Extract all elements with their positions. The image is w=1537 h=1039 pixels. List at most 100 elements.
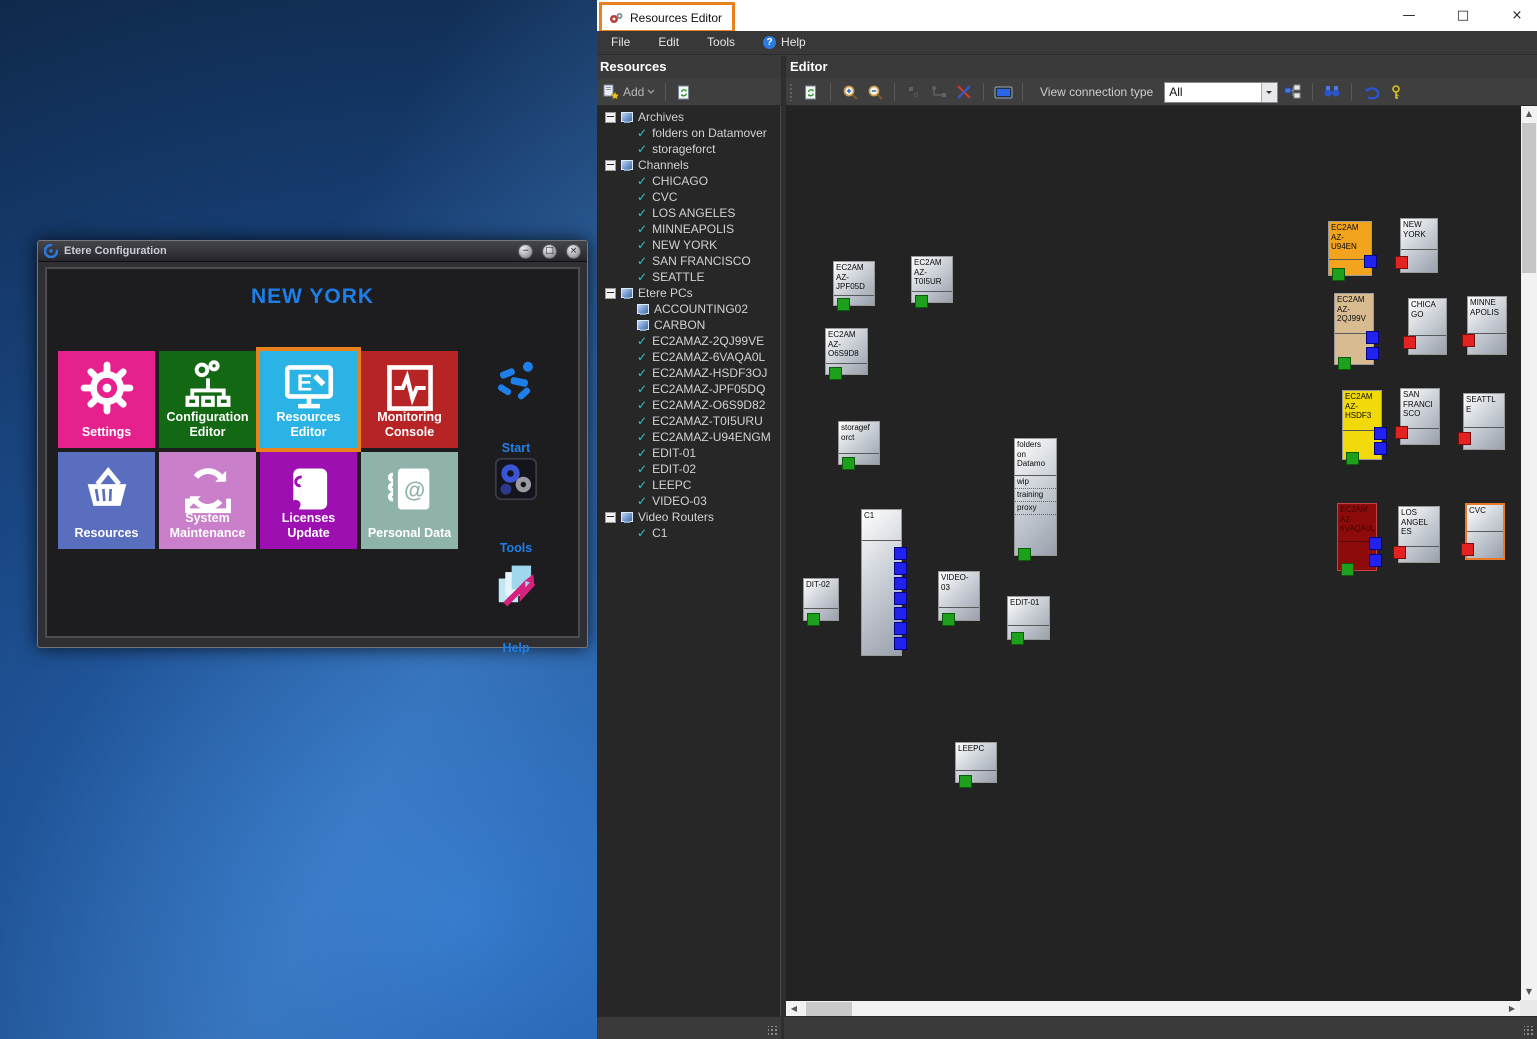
tree-item-san-francisco[interactable]: ✓SAN FRANCISCO xyxy=(597,253,780,269)
tile-system-maintenance[interactable]: System Maintenance xyxy=(159,452,256,549)
resize-grip[interactable] xyxy=(768,1026,778,1036)
horizontal-scroll-thumb[interactable] xyxy=(806,1002,852,1016)
canvas-node-leepc[interactable]: LEEPC xyxy=(955,742,997,783)
red-connector-square[interactable] xyxy=(1395,256,1408,269)
refresh-diagram-icon[interactable] xyxy=(801,82,821,102)
zoom-in-icon[interactable] xyxy=(840,82,860,102)
scroll-left-arrow[interactable]: ◀ xyxy=(786,1001,802,1017)
menu-item-tools[interactable]: Tools xyxy=(693,31,749,54)
tree-item-ec2amaz-2qj99ve[interactable]: ✓EC2AMAZ-2QJ99VE xyxy=(597,333,780,349)
blue-connector-square[interactable] xyxy=(1366,331,1379,344)
blue-connector-square[interactable] xyxy=(894,562,907,575)
vertical-scrollbar[interactable]: ▲ ▼ xyxy=(1521,106,1537,1000)
green-connector-square[interactable] xyxy=(1338,357,1351,370)
side-button-start[interactable]: Start xyxy=(476,357,556,457)
collapse-toggle-icon[interactable] xyxy=(605,512,616,523)
canvas-node-ec2amaz-jpf05d[interactable]: EC2AM AZ- JPF05D xyxy=(833,261,875,306)
undo-icon[interactable] xyxy=(1361,82,1381,102)
blue-connector-square[interactable] xyxy=(894,592,907,605)
pointer-tool-icon[interactable]: d xyxy=(904,82,924,102)
blue-connector-square[interactable] xyxy=(894,577,907,590)
blue-connector-square[interactable] xyxy=(894,637,907,650)
blue-connector-square[interactable] xyxy=(894,622,907,635)
delete-connection-icon[interactable] xyxy=(954,82,974,102)
tile-resources[interactable]: Resources xyxy=(58,452,155,549)
resources-editor-tab[interactable]: Resources Editor xyxy=(599,2,735,33)
canvas-node-storageforct[interactable]: storagef orct xyxy=(838,421,880,465)
diagram-canvas[interactable]: EC2AM AZ- JPF05D EC2AM AZ- T0I5UR EC2AM AZ… xyxy=(786,106,1520,1000)
red-connector-square[interactable] xyxy=(1395,426,1408,439)
canvas-node-folders-on-datamover[interactable]: folders on Datamowiptrainingproxy xyxy=(1014,438,1057,556)
red-connector-square[interactable] xyxy=(1403,336,1416,349)
canvas-node-c1[interactable]: C1 xyxy=(861,509,902,656)
tree-group-archives[interactable]: Archives xyxy=(597,109,780,125)
tree-group-video-routers[interactable]: Video Routers xyxy=(597,509,780,525)
canvas-node-ec2amaz-6vaqa0l[interactable]: EC2AM AZ- 6VAQA0L xyxy=(1337,503,1377,571)
app-titlebar[interactable]: Resources Editor — □ × xyxy=(597,0,1537,31)
side-button-tools[interactable]: Tools xyxy=(476,457,556,557)
tree-item-ec2amaz-t0i5uru[interactable]: ✓EC2AMAZ-T0I5URU xyxy=(597,413,780,429)
blue-connector-square[interactable] xyxy=(894,607,907,620)
canvas-node-video-03[interactable]: VIDEO- 03 xyxy=(938,571,980,621)
red-connector-square[interactable] xyxy=(1461,543,1474,556)
canvas-node-ec2amaz-u94en[interactable]: EC2AM AZ- U94EN xyxy=(1328,221,1372,276)
green-connector-square[interactable] xyxy=(959,775,972,788)
tree-item-c1[interactable]: ✓C1 xyxy=(597,525,780,541)
tile-licenses-update[interactable]: Licenses Update xyxy=(260,452,357,549)
green-connector-square[interactable] xyxy=(1011,632,1024,645)
canvas-node-ec2amaz-o6s9d8[interactable]: EC2AM AZ- O6S9D8 xyxy=(825,328,868,375)
green-connector-square[interactable] xyxy=(915,295,928,308)
green-connector-square[interactable] xyxy=(1341,563,1354,576)
etere-minimize-button[interactable]: − xyxy=(518,244,533,259)
tree-item-ec2amaz-o6s9d82[interactable]: ✓EC2AMAZ-O6S9D82 xyxy=(597,397,780,413)
tree-item-folders-on-datamover[interactable]: ✓folders on Datamover xyxy=(597,125,780,141)
dropdown-caret[interactable] xyxy=(1261,83,1277,102)
key-icon[interactable] xyxy=(1386,82,1406,102)
collapse-toggle-icon[interactable] xyxy=(605,288,616,299)
scroll-down-arrow[interactable]: ▼ xyxy=(1521,984,1537,1000)
toolbar-grip[interactable] xyxy=(789,83,794,101)
tree-item-seattle[interactable]: ✓SEATTLE xyxy=(597,269,780,285)
connector-tool-icon[interactable] xyxy=(929,82,949,102)
canvas-node-ec2amaz-t0i5ur[interactable]: EC2AM AZ- T0I5UR xyxy=(911,256,953,303)
canvas-node-ec2amaz-2qj99v[interactable]: EC2AM AZ- 2QJ99V xyxy=(1334,293,1374,365)
green-connector-square[interactable] xyxy=(837,298,850,311)
maximize-button[interactable]: □ xyxy=(1451,8,1475,23)
canvas-node-san-francisco[interactable]: SAN FRANCI SCO xyxy=(1400,388,1440,445)
tree-item-los-angeles[interactable]: ✓LOS ANGELES xyxy=(597,205,780,221)
canvas-node-los-angeles[interactable]: LOS ANGEL ES xyxy=(1398,506,1440,563)
canvas-node-edit-01[interactable]: EDIT-01 xyxy=(1007,596,1050,640)
screen-view-icon[interactable] xyxy=(993,82,1013,102)
blue-connector-square[interactable] xyxy=(894,547,907,560)
scroll-up-arrow[interactable]: ▲ xyxy=(1521,106,1537,122)
tree-item-chicago[interactable]: ✓CHICAGO xyxy=(597,173,780,189)
collapse-toggle-icon[interactable] xyxy=(605,112,616,123)
blue-connector-square[interactable] xyxy=(1369,537,1382,550)
tile-resources-editor[interactable]: EResources Editor xyxy=(260,351,357,448)
canvas-node-ec2amaz-hsdf3[interactable]: EC2AM AZ- HSDF3 xyxy=(1342,390,1382,460)
refresh-icon[interactable] xyxy=(674,82,694,102)
tree-group-channels[interactable]: Channels xyxy=(597,157,780,173)
add-button[interactable]: Add xyxy=(601,83,657,101)
auto-layout-icon[interactable] xyxy=(1283,82,1303,102)
tile-settings[interactable]: Settings xyxy=(58,351,155,448)
zoom-out-icon[interactable] xyxy=(865,82,885,102)
etere-maximize-button[interactable]: □ xyxy=(542,244,557,259)
red-connector-square[interactable] xyxy=(1393,546,1406,559)
close-button[interactable]: × xyxy=(1505,8,1529,23)
menu-item-file[interactable]: File xyxy=(597,31,644,54)
etere-close-button[interactable]: × xyxy=(566,244,581,259)
tree-item-ec2amaz-hsdf3oj[interactable]: ✓EC2AMAZ-HSDF3OJ xyxy=(597,365,780,381)
canvas-node-dit-02[interactable]: DIT-02 xyxy=(803,578,839,621)
tree-item-edit-01[interactable]: ✓EDIT-01 xyxy=(597,445,780,461)
tree-item-new-york[interactable]: ✓NEW YORK xyxy=(597,237,780,253)
green-connector-square[interactable] xyxy=(829,367,842,380)
canvas-node-cvc[interactable]: CVC xyxy=(1465,503,1505,560)
tree-item-minneapolis[interactable]: ✓MINNEAPOLIS xyxy=(597,221,780,237)
tree-item-ec2amaz-u94engm[interactable]: ✓EC2AMAZ-U94ENGM xyxy=(597,429,780,445)
canvas-node-new-york[interactable]: NEW YORK xyxy=(1400,218,1438,273)
red-connector-square[interactable] xyxy=(1462,334,1475,347)
tile-monitoring-console[interactable]: Monitoring Console xyxy=(361,351,458,448)
blue-connector-square[interactable] xyxy=(1374,442,1387,455)
canvas-node-chicago[interactable]: CHICA GO xyxy=(1408,298,1447,355)
